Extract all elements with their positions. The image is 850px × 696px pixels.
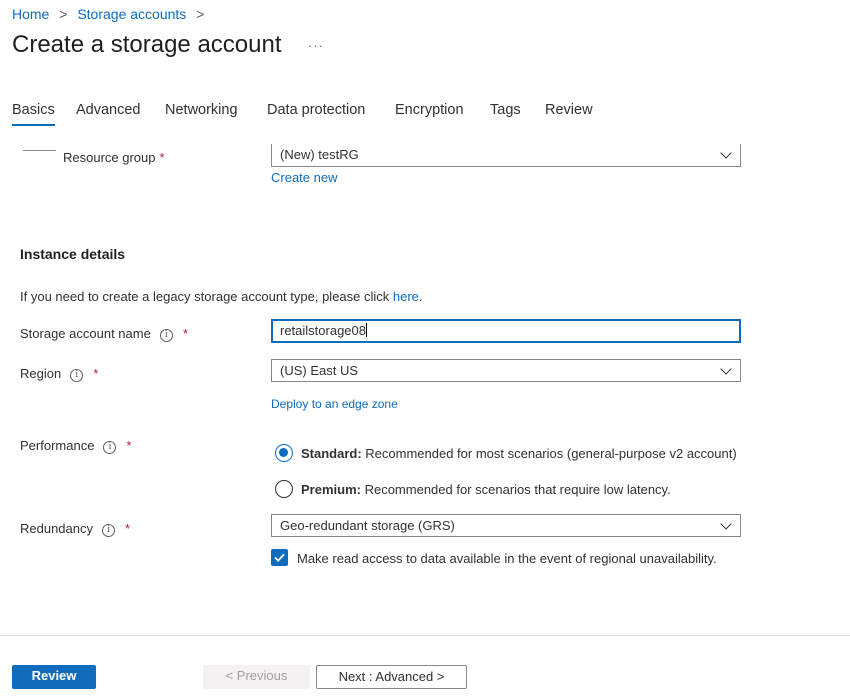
text-cursor [366,323,367,337]
required-asterisk: * [159,150,165,165]
breadcrumb-separator: > [59,6,68,22]
resource-group-select[interactable]: (New) testRG [271,144,741,167]
breadcrumb: Home > Storage accounts > [12,6,210,22]
more-options-icon[interactable]: ··· [308,38,324,53]
standard-bold: Standard: [301,446,362,461]
performance-standard-label[interactable]: Standard: Recommended for most scenarios… [301,446,737,461]
tab-data-protection[interactable]: Data protection [267,102,365,118]
storage-account-name-value: retailstorage08 [280,323,366,338]
redundancy-label: Redundancy i * [20,521,130,537]
page-title: Create a storage account [12,31,282,58]
performance-label: Performance i * [20,438,131,454]
redundancy-value: Geo-redundant storage (GRS) [280,518,455,533]
chevron-down-icon [720,147,732,159]
deploy-edge-zone-link[interactable]: Deploy to an edge zone [271,397,398,411]
tab-review[interactable]: Review [545,102,593,118]
tab-networking[interactable]: Networking [165,102,238,118]
chevron-down-icon [720,518,732,530]
next-advanced-button[interactable]: Next : Advanced > [316,665,467,689]
storage-account-name-label: Storage account name i * [20,326,188,342]
create-new-link[interactable]: Create new [271,170,337,185]
premium-bold: Premium: [301,482,361,497]
legacy-here-link[interactable]: here [393,289,419,304]
region-select[interactable]: (US) East US [271,359,741,382]
required-asterisk: * [125,521,131,536]
tab-basics[interactable]: Basics [12,102,55,126]
checkmark-icon [274,553,285,563]
tree-connector-line [23,150,56,151]
redundancy-select[interactable]: Geo-redundant storage (GRS) [271,514,741,537]
region-label: Region i * [20,366,98,382]
review-button[interactable]: Review [12,665,96,689]
info-icon[interactable]: i [159,329,173,342]
tab-tags[interactable]: Tags [490,102,521,118]
info-icon[interactable]: i [70,369,84,382]
storage-account-name-input[interactable]: retailstorage08 [271,319,741,343]
chevron-down-icon [720,363,732,375]
legacy-text: If you need to create a legacy storage a… [20,289,393,304]
resource-group-value: (New) testRG [280,147,359,162]
required-asterisk: * [93,366,99,381]
instance-details-heading: Instance details [20,246,126,262]
redundancy-label-text: Redundancy [20,521,93,536]
info-icon[interactable]: i [102,524,115,537]
required-asterisk: * [126,438,132,453]
breadcrumb-storage-accounts-link[interactable]: Storage accounts [77,6,186,22]
legacy-account-text: If you need to create a legacy storage a… [20,289,423,304]
resource-group-label: Resource group * [63,150,165,165]
performance-premium-label[interactable]: Premium: Recommended for scenarios that … [301,482,671,497]
storage-name-label-text: Storage account name [20,326,151,341]
resource-group-label-text: Resource group [63,150,156,165]
standard-desc: Recommended for most scenarios (general-… [361,446,737,461]
performance-label-text: Performance [20,438,95,453]
required-asterisk: * [182,326,188,341]
read-access-label[interactable]: Make read access to data available in th… [297,551,717,566]
region-label-text: Region [20,366,62,381]
footer-divider [0,635,850,636]
breadcrumb-home-link[interactable]: Home [12,6,49,22]
legacy-end: . [418,289,423,304]
region-value: (US) East US [280,363,359,378]
performance-standard-radio[interactable] [275,444,293,462]
info-icon[interactable]: i [103,441,117,454]
previous-button[interactable]: < Previous [203,665,310,689]
performance-premium-radio[interactable] [275,480,293,498]
tab-encryption[interactable]: Encryption [395,102,464,118]
premium-desc: Recommended for scenarios that require l… [360,482,671,497]
tab-advanced[interactable]: Advanced [76,102,141,118]
read-access-checkbox[interactable] [271,549,288,566]
breadcrumb-separator: > [196,6,205,22]
